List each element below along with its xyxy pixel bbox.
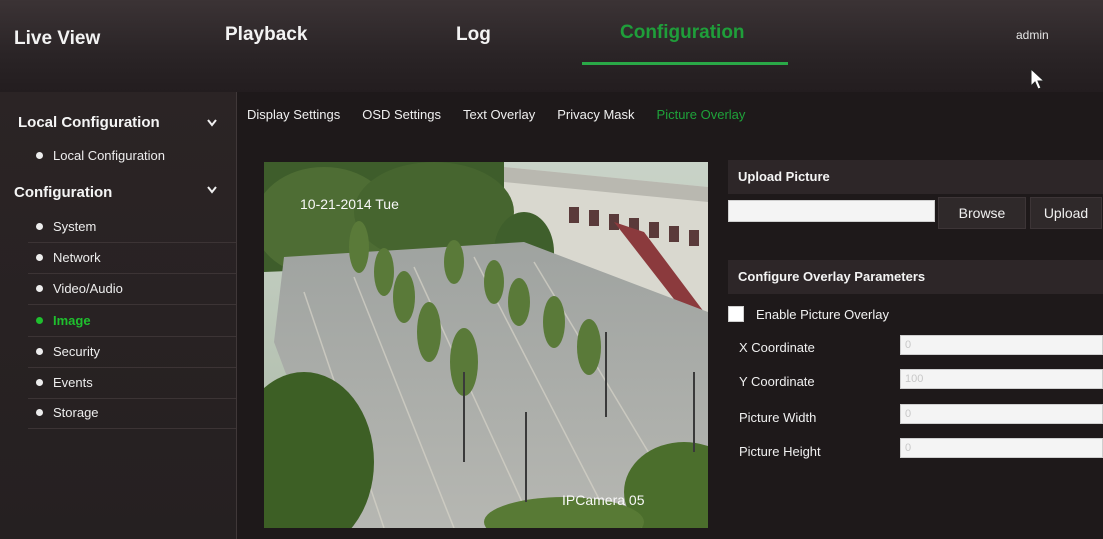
upload-file-path-field[interactable]: [728, 200, 935, 222]
sidebar-item-system[interactable]: System: [36, 219, 96, 234]
upload-button[interactable]: Upload: [1030, 197, 1102, 229]
user-name[interactable]: admin: [1016, 28, 1049, 42]
nav-log[interactable]: Log: [456, 24, 491, 46]
enable-picture-overlay-row[interactable]: Enable Picture Overlay: [728, 306, 889, 322]
y-coordinate-label: Y Coordinate: [739, 374, 815, 389]
tab-privacy-mask[interactable]: Privacy Mask: [557, 107, 634, 127]
sidebar-section-local-configuration[interactable]: Local Configuration: [18, 114, 160, 131]
bullet-icon: [36, 379, 43, 386]
sidebar-item-label: Storage: [53, 405, 99, 420]
tab-display-settings[interactable]: Display Settings: [247, 107, 340, 127]
video-preview[interactable]: 10-21-2014 Tue IPCamera 05: [264, 162, 708, 528]
nav-playback[interactable]: Playback: [225, 24, 307, 46]
sidebar-item-video-audio[interactable]: Video/Audio: [36, 281, 123, 296]
picture-height-input[interactable]: 0: [900, 438, 1103, 458]
sidebar-item-label: Local Configuration: [53, 148, 166, 163]
divider: [28, 398, 236, 399]
picture-width-input[interactable]: 0: [900, 404, 1103, 424]
sidebar-item-local-configuration[interactable]: Local Configuration: [36, 148, 165, 163]
enable-picture-overlay-checkbox[interactable]: [728, 306, 744, 322]
picture-width-label: Picture Width: [739, 410, 817, 425]
sidebar-item-label: Network: [53, 250, 101, 265]
tab-text-overlay[interactable]: Text Overlay: [463, 107, 535, 127]
overlay-parameters-title: Configure Overlay Parameters: [728, 260, 1103, 294]
tab-picture-overlay[interactable]: Picture Overlay: [657, 107, 746, 127]
sidebar-item-storage[interactable]: Storage: [36, 405, 99, 420]
nav-active-underline: [582, 62, 788, 65]
bullet-icon: [36, 348, 43, 355]
divider: [28, 336, 236, 337]
chevron-down-icon[interactable]: [207, 118, 217, 128]
divider: [28, 367, 236, 368]
sidebar-item-label: Video/Audio: [53, 281, 123, 296]
bullet-icon: [36, 285, 43, 292]
divider: [28, 428, 236, 429]
sidebar-item-label: Image: [53, 313, 91, 328]
video-timestamp: 10-21-2014 Tue: [300, 196, 399, 212]
sidebar-item-network[interactable]: Network: [36, 250, 101, 265]
sidebar-item-image[interactable]: Image: [36, 313, 91, 328]
tab-osd-settings[interactable]: OSD Settings: [362, 107, 441, 127]
sidebar-item-label: Events: [53, 375, 93, 390]
bullet-icon: [36, 409, 43, 416]
sidebar-item-security[interactable]: Security: [36, 344, 100, 359]
video-camera-name: IPCamera 05: [562, 492, 645, 508]
divider: [28, 242, 236, 243]
sidebar: Local Configuration Local Configuration …: [0, 92, 237, 539]
sidebar-item-label: System: [53, 219, 97, 234]
y-coordinate-input[interactable]: 100: [900, 369, 1103, 389]
bullet-icon: [36, 317, 43, 324]
bullet-icon: [36, 223, 43, 230]
browse-button[interactable]: Browse: [938, 197, 1026, 229]
sidebar-section-configuration[interactable]: Configuration: [14, 184, 112, 201]
divider: [28, 304, 236, 305]
divider: [28, 273, 236, 274]
sub-tab-bar: Display Settings OSD Settings Text Overl…: [247, 107, 745, 127]
x-coordinate-label: X Coordinate: [739, 340, 815, 355]
picture-height-label: Picture Height: [739, 444, 821, 459]
sidebar-item-label: Security: [53, 344, 100, 359]
sidebar-item-events[interactable]: Events: [36, 375, 93, 390]
chevron-down-icon[interactable]: [207, 185, 217, 195]
camera-scene-image: [264, 162, 708, 528]
x-coordinate-input[interactable]: 0: [900, 335, 1103, 355]
bullet-icon: [36, 254, 43, 261]
bullet-icon: [36, 152, 43, 159]
enable-picture-overlay-label: Enable Picture Overlay: [756, 306, 889, 322]
nav-live-view[interactable]: Live View: [14, 28, 100, 50]
top-nav-bar: Live View Playback Log Configuration adm…: [0, 0, 1103, 92]
main-content: Display Settings OSD Settings Text Overl…: [237, 92, 1103, 539]
upload-picture-title: Upload Picture: [728, 160, 1103, 194]
mouse-pointer-icon: [1030, 68, 1046, 90]
nav-configuration[interactable]: Configuration: [620, 22, 745, 44]
